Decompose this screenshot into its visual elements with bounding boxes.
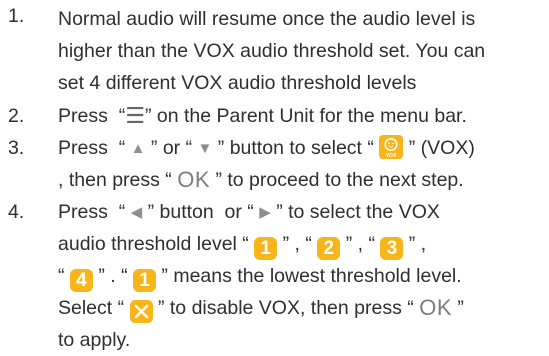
- item-text-line: “ 4 ” . “ 1 ” means the lowest threshold…: [58, 265, 462, 292]
- left-arrow-icon: ◀: [130, 204, 143, 221]
- item-text-line: Normal audio will resume once the audio …: [58, 8, 476, 30]
- item-text-line: , then press “ OK ” to proceed to the ne…: [58, 164, 464, 196]
- item-text: means the lowest threshold level.: [173, 265, 462, 287]
- item-text-line: higher than the VOX audio threshold set.…: [58, 40, 486, 62]
- item-text: , then press: [58, 169, 160, 191]
- down-arrow-icon: ▼: [197, 140, 213, 157]
- item-number: 3.: [8, 137, 25, 159]
- press-text: Press: [58, 137, 108, 159]
- item-text-line: Press “ ▲ ” or “ ▼ ” button to select “ …: [58, 132, 475, 165]
- level-1-icon: 1: [133, 269, 156, 292]
- close-icon: [129, 300, 153, 323]
- item-text-line: Select “ ” to disable VOX, then press “ …: [58, 292, 464, 324]
- item-text: Select: [58, 297, 113, 319]
- vox-icon: VOX: [379, 135, 404, 159]
- level-4-icon: 4: [69, 269, 93, 292]
- level-2-icon: 2: [317, 237, 341, 260]
- item-number: 4.: [8, 201, 25, 223]
- instruction-list: 1. Normal audio will resume once the aud…: [0, 0, 549, 351]
- item-text-line: set 4 different VOX audio threshold leve…: [58, 72, 417, 94]
- level-3-icon: 3: [380, 237, 404, 260]
- vox-label: (VOX): [420, 137, 475, 159]
- item-text: to proceed to the next step.: [227, 169, 464, 191]
- item-text: to select the VOX: [288, 201, 440, 223]
- item-text: button to select: [229, 137, 362, 159]
- item-text-line: Press “ ◀ ” button or “ ▶ ” to select th…: [58, 196, 440, 229]
- press-text: Press: [58, 105, 108, 127]
- menu-icon: ☰: [125, 103, 145, 128]
- item-text: button or: [159, 201, 242, 223]
- right-arrow-icon: ▶: [259, 204, 271, 221]
- ok-icon: OK: [177, 167, 211, 192]
- ok-icon: OK: [419, 295, 452, 320]
- item-text: on the Parent Unit for the menu bar.: [156, 105, 467, 127]
- item-text-line: to apply.: [58, 329, 131, 351]
- up-arrow-icon: ▲: [130, 140, 146, 157]
- press-text: Press: [58, 201, 108, 223]
- item-text: to disable VOX, then press: [169, 297, 402, 319]
- item-number: 1.: [8, 5, 25, 27]
- item-text-line: audio threshold level “ 1 ” , “ 2 ” , “ …: [58, 233, 427, 260]
- item-text-line: Press “☰” on the Parent Unit for the men…: [58, 100, 467, 132]
- item-text: audio threshold level: [58, 233, 237, 255]
- or-text: or: [162, 137, 181, 159]
- vox-icon-label: VOX: [386, 153, 397, 159]
- level-1-icon: 1: [254, 237, 278, 260]
- item-number: 2.: [8, 105, 25, 127]
